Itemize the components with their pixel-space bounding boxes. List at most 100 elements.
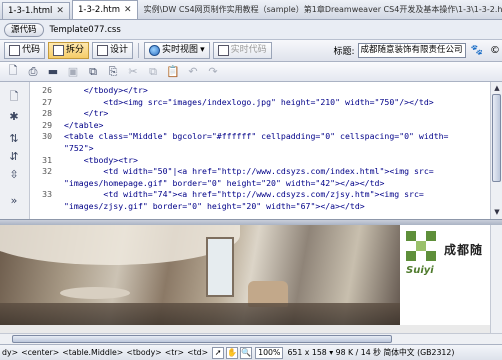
live-code-label: 实时代码 (230, 45, 267, 55)
scroll-thumb[interactable] (12, 335, 392, 343)
logo-subtitle: Suiyi (406, 265, 434, 276)
logo-mark-icon (406, 231, 436, 261)
cut-icon[interactable]: ✂ (126, 65, 140, 79)
collapse-selection-icon[interactable]: ⇵ (7, 150, 21, 164)
close-tab-icon[interactable]: ✕ (124, 2, 132, 18)
browser-check-icon[interactable]: 🐾 (469, 45, 485, 56)
toolbar-separator (138, 43, 140, 58)
design-view-icon (97, 45, 109, 56)
code-view-icon (9, 45, 20, 56)
design-vertical-scrollbar[interactable] (490, 225, 502, 333)
print-code-icon[interactable]: ⎘ (106, 65, 120, 79)
document-path: 实例\DW CS4网页制作实用教程（sample）第1章Dreamweaver … (143, 5, 502, 14)
tag-td[interactable]: <td> (187, 348, 208, 357)
live-view-label: 实时视图 (162, 45, 199, 55)
standard-toolbar: 🗋 ⎙ ▬ ▣ ⧉ ⎘ ✂ ⧉ 📋 ↶ ↷ (0, 62, 502, 82)
line-number: 31 (42, 154, 52, 165)
line-number: 32 (42, 166, 52, 177)
design-view-button[interactable]: 设计 (92, 42, 134, 59)
line-number: 30 (42, 131, 52, 142)
line-number: 28 (42, 108, 52, 119)
tag-tr[interactable]: <tr> (165, 348, 184, 357)
code-text[interactable]: "images/zjsy.gif" border="0" height="20"… (64, 201, 365, 212)
redo-icon[interactable]: ↷ (206, 65, 220, 79)
validate-icon[interactable]: © (488, 45, 502, 56)
horizontal-scrollbar[interactable] (0, 333, 502, 344)
tab-label: 1-3-2.htm (77, 5, 121, 15)
tab-1-3-2[interactable]: 1-3-2.htm ✕ (71, 0, 138, 19)
banner-window (206, 237, 234, 297)
nav-strip (0, 325, 490, 333)
select-tool-icon[interactable]: ➚ (212, 346, 225, 359)
live-code-button[interactable]: 实时代码 (212, 42, 272, 59)
hand-tool-icon[interactable]: ✋ (226, 346, 239, 359)
design-view[interactable]: 成都随 Suiyi (0, 225, 490, 333)
code-view-button[interactable]: 代码 (4, 42, 46, 59)
expand-all-icon[interactable]: ⇳ (7, 168, 21, 182)
scroll-thumb[interactable] (492, 94, 501, 182)
tab-1-3-1[interactable]: 1-3-1.html ✕ (2, 2, 70, 19)
close-tab-icon[interactable]: ✕ (56, 3, 64, 19)
copy-icon[interactable]: ⧉ (146, 65, 160, 79)
code-text[interactable]: <td width="74"><a href="http://www.cdsyz… (64, 189, 423, 200)
chevron-down-icon[interactable]: ▾ (200, 43, 205, 58)
title-input[interactable]: 成都随意装饰有限责任公司 (357, 43, 466, 58)
line-number: 33 (42, 189, 52, 200)
code-text[interactable]: </table> (64, 120, 103, 131)
related-files-bar: 源代码 Template077.css (0, 20, 502, 40)
design-view-label: 设计 (110, 45, 129, 55)
code-text[interactable]: "752"> (64, 143, 94, 154)
tag-center[interactable]: <center> (21, 348, 59, 357)
save-all-icon[interactable]: ⧉ (86, 65, 100, 79)
code-text[interactable]: <tbody><tr> (64, 155, 138, 166)
code-vertical-scrollbar[interactable]: ▲ ▼ (490, 82, 502, 219)
split-view-label: 拆分 (66, 45, 85, 55)
banner-table (60, 287, 130, 299)
code-view[interactable]: 26 </tbody></tr> 27 <td><img src="images/… (30, 82, 490, 219)
split-view-button[interactable]: 拆分 (48, 42, 90, 59)
browse-in-bridge-icon[interactable]: ▬ (46, 65, 60, 79)
line-number: 27 (42, 96, 52, 107)
open-icon[interactable]: ⎙ (26, 65, 40, 79)
status-tools: ➚ ✋ 🔍 (212, 346, 253, 359)
line-number: 29 (42, 119, 52, 130)
save-icon[interactable]: ▣ (66, 65, 80, 79)
source-code-button[interactable]: 源代码 (4, 22, 44, 37)
scroll-down-arrow[interactable]: ▼ (492, 207, 502, 217)
code-text[interactable]: "images/homepage.gif" border="0" height=… (64, 178, 384, 189)
code-text[interactable]: <td width="50"|<a href="http://www.cdsyz… (64, 166, 433, 177)
tag-tbody[interactable]: <tbody> (126, 348, 161, 357)
code-text[interactable]: </tbody></tr> (64, 85, 148, 96)
line-number: 26 (42, 85, 52, 95)
zoom-tool-icon[interactable]: 🔍 (240, 346, 253, 359)
paste-icon[interactable]: 📋 (166, 65, 180, 79)
undo-icon[interactable]: ↶ (186, 65, 200, 79)
document-toolbar: 代码 拆分 设计 实时视图 ▾ 实时代码 标题: 成都随意装饰有限责任公司 🐾 … (0, 40, 502, 62)
document-size-info: 651 x 158 ▾ 98 K / 14 秒 简体中文 (GB2312) (287, 348, 455, 357)
interior-banner-image (0, 225, 400, 333)
live-view-button[interactable]: 实时视图 ▾ (144, 42, 210, 59)
tag-body[interactable]: dy> (2, 348, 18, 357)
code-text[interactable]: <td><img src="images/indexlogo.jpg" heig… (64, 97, 433, 108)
related-file-css[interactable]: Template077.css (50, 25, 121, 35)
code-text[interactable]: </tr> (64, 108, 109, 119)
tag-selector: dy> <center> <table.Middle> <tbody> <tr>… (0, 348, 208, 357)
collapse-tag-icon[interactable]: ⇅ (7, 132, 21, 146)
coding-toolbar: 🗋 ✱ ⇅ ⇵ ⇳ » (0, 82, 30, 219)
code-text[interactable]: <table class="Middle" bgcolor="#ffffff" … (64, 131, 449, 142)
zoom-select[interactable]: 100% (255, 346, 284, 359)
status-bar: dy> <center> <table.Middle> <tbody> <tr>… (0, 344, 502, 360)
title-label: 标题: (333, 47, 355, 57)
code-view-label: 代码 (22, 45, 41, 55)
show-code-navigator-icon[interactable]: ✱ (7, 110, 21, 124)
open-documents-icon[interactable]: 🗋 (7, 90, 21, 104)
globe-icon (149, 45, 161, 56)
tab-label: 1-3-1.html (8, 6, 53, 16)
banner-arch (0, 225, 240, 265)
more-tools-icon[interactable]: » (7, 194, 21, 208)
split-view-icon (53, 45, 65, 56)
company-logo: 成都随 Suiyi (400, 225, 490, 333)
new-document-icon[interactable]: 🗋 (6, 64, 20, 79)
scroll-up-arrow[interactable]: ▲ (492, 83, 502, 93)
tag-table-middle[interactable]: <table.Middle> (62, 348, 123, 357)
